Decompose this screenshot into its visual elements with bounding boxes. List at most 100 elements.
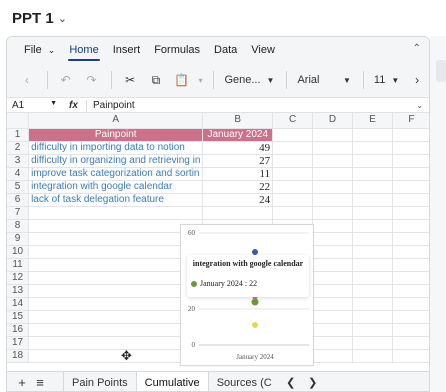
expand-formula-icon[interactable]: ⌄ <box>416 101 423 110</box>
cell[interactable] <box>312 245 354 259</box>
cell[interactable] <box>202 206 274 220</box>
cell-a5[interactable]: integration with google calendar <box>28 180 204 194</box>
cell[interactable] <box>272 141 314 155</box>
scroll-right-icon[interactable]: › <box>405 68 429 92</box>
cell[interactable] <box>272 193 314 207</box>
font-family-dropdown[interactable]: Arial ▼ <box>293 68 354 92</box>
cell[interactable] <box>392 336 429 350</box>
cell[interactable] <box>28 258 204 272</box>
document-title[interactable]: PPT 1 ⌄ <box>12 6 67 30</box>
cell[interactable] <box>352 258 393 272</box>
cell[interactable] <box>392 180 429 194</box>
cell[interactable] <box>392 271 429 285</box>
column-header-c[interactable]: C <box>272 113 314 129</box>
cell[interactable] <box>392 284 429 298</box>
cell[interactable] <box>352 154 393 168</box>
row-header[interactable]: 4 <box>7 167 30 181</box>
cell-a6[interactable]: lack of task delegation feature <box>28 193 204 207</box>
cell[interactable] <box>28 336 204 350</box>
cell-b3[interactable]: 27 <box>202 154 274 168</box>
row-header[interactable]: 10 <box>7 245 30 259</box>
chevron-down-icon[interactable]: ⌄ <box>48 45 56 55</box>
cell-b5[interactable]: 22 <box>202 180 274 194</box>
cell-b2[interactable]: 49 <box>202 141 274 155</box>
cell[interactable] <box>312 128 354 142</box>
cell[interactable] <box>352 180 393 194</box>
cell[interactable] <box>392 154 429 168</box>
column-header-d[interactable]: D <box>312 113 354 129</box>
cell[interactable] <box>312 219 354 233</box>
cell[interactable] <box>28 245 204 259</box>
cell[interactable] <box>312 336 354 350</box>
cell[interactable] <box>28 349 204 363</box>
cell-a1[interactable]: Painpoint <box>28 128 204 142</box>
cell[interactable] <box>272 128 314 142</box>
cell[interactable] <box>312 349 354 363</box>
collapse-ribbon-icon[interactable]: ⌃ <box>413 43 421 54</box>
cell[interactable] <box>352 323 393 337</box>
cell[interactable] <box>312 167 354 181</box>
cell[interactable] <box>28 271 204 285</box>
row-header[interactable]: 6 <box>7 193 30 207</box>
cell[interactable] <box>272 206 314 220</box>
formula-input[interactable]: Painpoint <box>87 100 135 111</box>
paste-options-caret-icon[interactable]: ▾ <box>196 68 206 92</box>
cell[interactable] <box>392 141 429 155</box>
paste-icon[interactable]: 📋 <box>170 68 194 92</box>
cell[interactable] <box>352 219 393 233</box>
menu-file-label[interactable]: File <box>24 44 42 56</box>
row-header[interactable]: 11 <box>7 258 30 272</box>
cell[interactable] <box>312 232 354 246</box>
row-header[interactable]: 5 <box>7 180 30 194</box>
cell[interactable] <box>352 271 393 285</box>
cell-a2[interactable]: difficulty in importing data to notion <box>28 141 204 155</box>
cell-a3[interactable]: difficulty in organizing and retrieving … <box>28 154 204 168</box>
undo-icon[interactable]: ↶ <box>54 68 78 92</box>
data-point-highlighted[interactable] <box>251 298 259 306</box>
copy-icon[interactable]: ⧉ <box>144 68 168 92</box>
cell[interactable] <box>352 336 393 350</box>
row-header[interactable]: 17 <box>7 336 30 350</box>
side-panel-handle[interactable] <box>436 60 446 82</box>
cell[interactable] <box>392 349 429 363</box>
cell-b1[interactable]: January 2024 <box>202 128 274 142</box>
cell[interactable] <box>352 193 393 207</box>
cell[interactable] <box>352 349 393 363</box>
cell[interactable] <box>392 219 429 233</box>
cell[interactable] <box>312 141 354 155</box>
cell-b6[interactable]: 24 <box>202 193 274 207</box>
scissors-icon[interactable]: ✂ <box>118 68 142 92</box>
cell[interactable] <box>312 271 354 285</box>
row-header[interactable]: 15 <box>7 310 30 324</box>
menu-data[interactable]: Data <box>207 37 244 63</box>
cell-a4[interactable]: improve task categorization and sortin <box>28 167 204 181</box>
cell[interactable] <box>312 258 354 272</box>
row-header[interactable]: 7 <box>7 206 30 220</box>
document-title-text[interactable]: PPT 1 <box>12 10 54 27</box>
cell[interactable] <box>352 206 393 220</box>
tab-sources[interactable]: Sources (C <box>209 372 280 392</box>
font-size-dropdown[interactable]: 11 ▼ <box>370 68 403 92</box>
cell[interactable] <box>352 232 393 246</box>
function-icon[interactable]: fx <box>61 99 87 111</box>
cell[interactable] <box>28 232 204 246</box>
cell[interactable] <box>392 258 429 272</box>
scroll-tabs-left-icon[interactable]: ❮ <box>280 376 302 389</box>
cell[interactable] <box>392 206 429 220</box>
cell[interactable] <box>312 154 354 168</box>
row-header[interactable]: 1 <box>7 128 30 142</box>
cell[interactable] <box>312 193 354 207</box>
cell[interactable] <box>28 310 204 324</box>
hamburger-icon[interactable]: ≡ <box>31 375 49 390</box>
cell[interactable] <box>272 154 314 168</box>
row-header[interactable]: 16 <box>7 323 30 337</box>
row-header[interactable]: 14 <box>7 297 30 311</box>
caret-down-icon[interactable]: ▼ <box>50 100 57 111</box>
cell[interactable] <box>28 323 204 337</box>
cell[interactable] <box>312 310 354 324</box>
cell[interactable] <box>392 167 429 181</box>
cell[interactable] <box>272 180 314 194</box>
cell[interactable] <box>392 310 429 324</box>
cell-b4[interactable]: 11 <box>202 167 274 181</box>
cell[interactable] <box>392 297 429 311</box>
